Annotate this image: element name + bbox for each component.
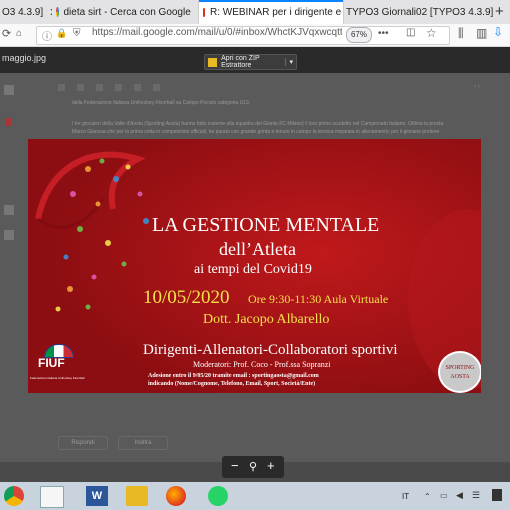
- gmail-icon: [203, 7, 205, 17]
- file-explorer-icon[interactable]: [126, 486, 148, 506]
- email-body-line: I tre giocatori della Valle d'Aosta (Spo…: [72, 121, 444, 127]
- poster-audience: Dirigenti-Allenatori-Collaboratori sport…: [143, 342, 398, 358]
- poster-speaker: Dott. Jacopo Albarello: [203, 312, 330, 327]
- fiuf-logo-text: FIUF: [38, 356, 65, 370]
- volume-icon[interactable]: ◀: [456, 490, 463, 501]
- pager-icon[interactable]: ‹ ›: [474, 84, 480, 90]
- folder-icon: [4, 205, 14, 215]
- webinar-poster-image: LA GESTIONE MENTALE dell’Atleta ai tempi…: [28, 139, 481, 393]
- tab-dieta-sirt[interactable]: dieta sirt - Cerca con Google ✕: [56, 0, 206, 24]
- battery-icon: [492, 489, 502, 501]
- tab-webinar[interactable]: R: WEBINAR per i dirigente e ✕: [198, 0, 344, 24]
- zoom-level-badge[interactable]: 67%: [346, 27, 372, 43]
- tab-label: TYPO3 Giornali02 [TYPO3 4.3.9]: [346, 6, 494, 18]
- email-body-line: della Federazione Italiana Unihockey Flo…: [72, 100, 251, 106]
- home-icon[interactable]: ⌂: [16, 28, 22, 39]
- back-arrow-icon[interactable]: [4, 85, 14, 95]
- tab-label: R: WEBINAR per i dirigente e: [210, 6, 342, 18]
- tab-label: dieta sirt - Cerca con Google: [63, 6, 191, 18]
- word-icon[interactable]: W: [86, 486, 108, 506]
- zip-icon: [208, 57, 218, 67]
- chrome-window-icon[interactable]: [40, 486, 64, 508]
- tray-chevron-icon[interactable]: ⌃: [424, 492, 431, 501]
- notification-icon[interactable]: ☰: [472, 490, 480, 501]
- email-actions: [58, 84, 218, 91]
- info-icon[interactable]: ⓘ: [42, 28, 52, 43]
- tab-typo3-2[interactable]: TYPO3 Giornali02 [TYPO3 4.3.9] ✕: [342, 0, 496, 24]
- poster-signup-line: indicando (Nome/Cognome, Telefono, Email…: [148, 381, 316, 387]
- poster-signup-line: Adesione entro il 9/05/20 tramite email …: [148, 373, 319, 379]
- tab-label: O3 4.3.9]: [2, 6, 44, 18]
- poster-moderators: Moderatori: Prof. Coco - Prof.ssa Sopran…: [193, 360, 331, 369]
- sporting-logo-text-2: AOSTA: [450, 374, 470, 380]
- reply-button[interactable]: Rispondi: [58, 436, 108, 450]
- download-icon[interactable]: ⇩: [493, 25, 503, 39]
- firefox-icon[interactable]: [166, 486, 186, 506]
- poster-date: 10/05/2020: [143, 287, 230, 308]
- poster-title: LA GESTIONE MENTALE: [152, 214, 380, 236]
- whatsapp-icon[interactable]: [208, 486, 228, 506]
- zoom-out-button[interactable]: −: [231, 458, 239, 473]
- url-text[interactable]: https://mail.google.com/mail/u/0/#inbox/…: [92, 27, 342, 38]
- bookmark-star-icon[interactable]: ☆: [426, 26, 437, 40]
- attachment-filename: maggio.jpg: [2, 53, 47, 63]
- tracking-icon[interactable]: ⛨: [73, 28, 81, 39]
- reload-icon[interactable]: ⟳: [2, 27, 11, 40]
- language-indicator[interactable]: IT: [402, 492, 409, 501]
- label-icon: [4, 230, 14, 240]
- forward-button[interactable]: Inoltra: [118, 436, 168, 450]
- fiuf-logo: FIUF: [38, 344, 82, 370]
- sidebar-icon[interactable]: ▥: [476, 26, 487, 40]
- email-body-line: Marco Giacosa che per la prima volta in …: [72, 129, 440, 135]
- tab-typo3-1[interactable]: O3 4.3.9] ✕: [2, 0, 52, 24]
- tag-icon: [6, 118, 11, 126]
- close-icon[interactable]: ✕: [49, 6, 52, 19]
- fiuf-subtitle: Federazione Italiana Unihockey Floorball: [30, 376, 85, 380]
- page-actions-icon[interactable]: •••: [378, 28, 389, 39]
- chevron-down-icon[interactable]: ▾: [285, 58, 296, 66]
- google-icon: [56, 7, 59, 17]
- magnifier-icon[interactable]: ⚲: [249, 460, 257, 473]
- windows-taskbar: [0, 482, 510, 510]
- network-icon[interactable]: ▭: [440, 491, 448, 500]
- new-tab-button[interactable]: +: [495, 3, 504, 20]
- pocket-icon[interactable]: ◫: [406, 27, 415, 38]
- lock-icon[interactable]: 🔒: [56, 28, 67, 39]
- chrome-icon[interactable]: [4, 486, 24, 506]
- zip-button-label: Apri con ZIP Estrattore: [221, 55, 260, 69]
- poster-subtitle: dell’Atleta: [219, 239, 296, 259]
- library-icon[interactable]: ⫼: [458, 26, 464, 41]
- poster-subtitle-2: ai tempi del Covid19: [194, 262, 312, 277]
- zoom-in-button[interactable]: +: [267, 458, 275, 473]
- open-with-zip-button[interactable]: Apri con ZIP Estrattore ▾: [204, 54, 297, 70]
- sporting-logo-text: SPORTING: [445, 365, 475, 371]
- poster-time: Ore 9:30-11:30 Aula Virtuale: [248, 292, 389, 306]
- sporting-aosta-logo: SPORTING AOSTA: [438, 351, 481, 393]
